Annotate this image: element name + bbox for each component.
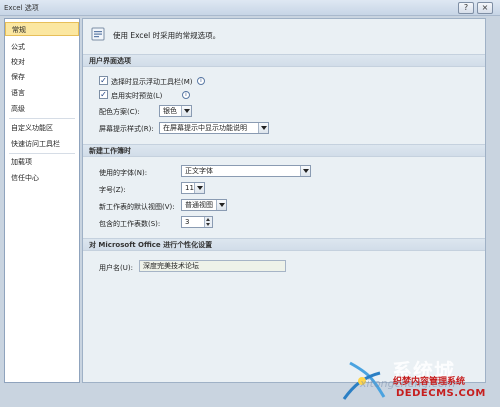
color-scheme-dropdown[interactable]: 银色 bbox=[159, 105, 192, 117]
title-bar: Excel 选项 ? × bbox=[0, 0, 500, 16]
arrow-up-icon[interactable] bbox=[206, 218, 210, 221]
options-icon bbox=[91, 27, 105, 41]
font-size-label: 字号(Z): bbox=[99, 186, 126, 194]
sidebar-item-quick-access-toolbar[interactable]: 快速访问工具栏 bbox=[5, 137, 79, 151]
section-header-new-workbook: 新建工作簿时 bbox=[83, 144, 485, 157]
sidebar-item-proofing[interactable]: 校对 bbox=[5, 55, 79, 69]
section-header-ui-options: 用户界面选项 bbox=[83, 54, 485, 67]
help-button[interactable]: ? bbox=[458, 2, 474, 14]
sidebar-item-formulas[interactable]: 公式 bbox=[5, 40, 79, 54]
font-size-value: 11 bbox=[185, 184, 194, 192]
default-view-dropdown[interactable]: 普通视图 bbox=[181, 199, 227, 211]
screentip-style-dropdown[interactable]: 在屏幕提示中显示功能说明 bbox=[159, 122, 269, 134]
chevron-down-icon bbox=[258, 123, 268, 133]
section-header-personalize: 对 Microsoft Office 进行个性化设置 bbox=[83, 238, 485, 251]
chevron-down-icon bbox=[194, 183, 204, 193]
font-dropdown[interactable]: 正文字体 bbox=[181, 165, 311, 177]
sidebar-item-general[interactable]: 常规 bbox=[5, 22, 79, 36]
arrow-down-icon[interactable] bbox=[206, 223, 210, 226]
chevron-down-icon bbox=[181, 106, 191, 116]
default-view-label: 新工作表的默认视图(V): bbox=[99, 203, 175, 211]
username-label: 用户名(U): bbox=[99, 264, 133, 272]
sidebar-item-customize-ribbon[interactable]: 自定义功能区 bbox=[5, 121, 79, 135]
sheet-count-label: 包含的工作表数(S): bbox=[99, 220, 161, 228]
chevron-down-icon bbox=[216, 200, 226, 210]
sheet-count-stepper[interactable]: 3 bbox=[181, 216, 213, 228]
window-title: Excel 选项 bbox=[4, 4, 39, 12]
show-minitoolbar-checkbox[interactable]: ✓ bbox=[99, 76, 108, 85]
watermark-line2: DEDECMS.COM bbox=[396, 388, 486, 399]
spinner-buttons[interactable] bbox=[204, 217, 212, 227]
screentip-style-value: 在屏幕提示中显示功能说明 bbox=[163, 124, 247, 132]
live-preview-checkbox[interactable]: ✓ bbox=[99, 90, 108, 99]
show-minitoolbar-label: 选择时显示浮动工具栏(M) bbox=[111, 78, 193, 86]
default-view-value: 普通视图 bbox=[185, 201, 213, 209]
screentip-style-label: 屏幕提示样式(R): bbox=[99, 125, 154, 133]
font-value: 正文字体 bbox=[185, 167, 213, 175]
sidebar-item-addins[interactable]: 加载项 bbox=[5, 155, 79, 169]
sidebar-divider bbox=[9, 118, 75, 119]
color-scheme-label: 配色方案(C): bbox=[99, 108, 140, 116]
sidebar-item-trust-center[interactable]: 信任中心 bbox=[5, 171, 79, 185]
chevron-down-icon bbox=[300, 166, 310, 176]
font-size-dropdown[interactable]: 11 bbox=[181, 182, 205, 194]
watermark-line1: 织梦内容管理系统 bbox=[393, 377, 466, 387]
sidebar: 常规 公式 校对 保存 语言 高级 自定义功能区 快速访问工具栏 加载项 信任中… bbox=[4, 18, 80, 383]
general-options-panel: 使用 Excel 时采用的常规选项。 用户界面选项 ✓ 选择时显示浮动工具栏(M… bbox=[82, 18, 486, 383]
info-icon: i bbox=[197, 77, 205, 85]
sidebar-item-language[interactable]: 语言 bbox=[5, 86, 79, 100]
username-field[interactable]: 深度完美技术论坛 bbox=[139, 260, 286, 272]
sheet-count-value: 3 bbox=[185, 218, 190, 226]
color-scheme-value: 银色 bbox=[163, 107, 177, 115]
panel-description: 使用 Excel 时采用的常规选项。 bbox=[113, 31, 221, 40]
close-button[interactable]: × bbox=[477, 2, 493, 14]
sidebar-divider bbox=[9, 153, 75, 154]
info-icon: i bbox=[182, 91, 190, 99]
live-preview-label: 启用实时预览(L) bbox=[111, 92, 163, 100]
sidebar-item-advanced[interactable]: 高级 bbox=[5, 102, 79, 116]
sidebar-item-save[interactable]: 保存 bbox=[5, 70, 79, 84]
font-label: 使用的字体(N): bbox=[99, 169, 148, 177]
username-value: 深度完美技术论坛 bbox=[143, 262, 199, 270]
